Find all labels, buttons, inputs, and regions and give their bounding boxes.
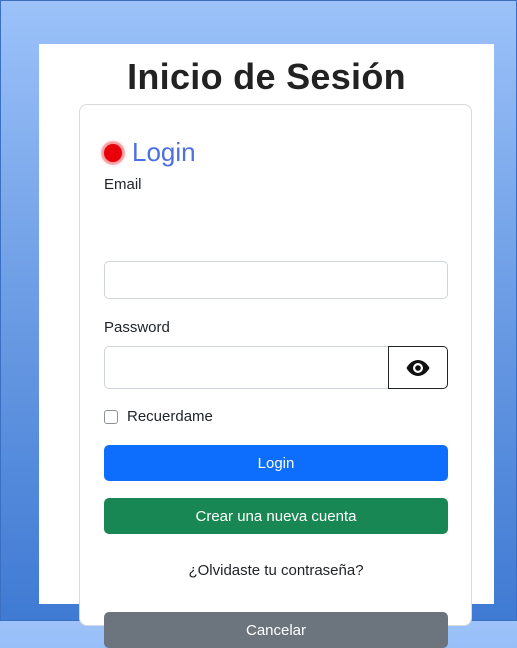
toggle-password-button[interactable] [388, 346, 448, 389]
remember-checkbox[interactable] [104, 409, 118, 424]
forgot-password-link[interactable]: ¿Olvidaste tu contraseña? [104, 562, 448, 579]
email-label: Email [104, 176, 142, 193]
login-panel: Inicio de Sesión Login Email Password Re… [39, 44, 494, 648]
password-label: Password [104, 319, 170, 336]
email-field[interactable] [104, 261, 448, 299]
page-title: Inicio de Sesión [127, 56, 406, 97]
login-button[interactable]: Login [104, 445, 448, 481]
create-account-button[interactable]: Crear una nueva cuenta [104, 498, 448, 534]
card-header: Login [102, 137, 196, 168]
cancel-button[interactable]: Cancelar [104, 612, 448, 648]
status-dot-icon [104, 143, 122, 162]
password-field[interactable] [104, 346, 388, 389]
card-title: Login [132, 137, 196, 167]
login-card: Login Email Password Recuerdame Login Cr… [79, 104, 472, 648]
remember-me[interactable]: Recuerdame [104, 408, 213, 425]
password-group [104, 346, 448, 389]
remember-label: Recuerdame [127, 408, 213, 425]
eye-icon [406, 359, 430, 376]
